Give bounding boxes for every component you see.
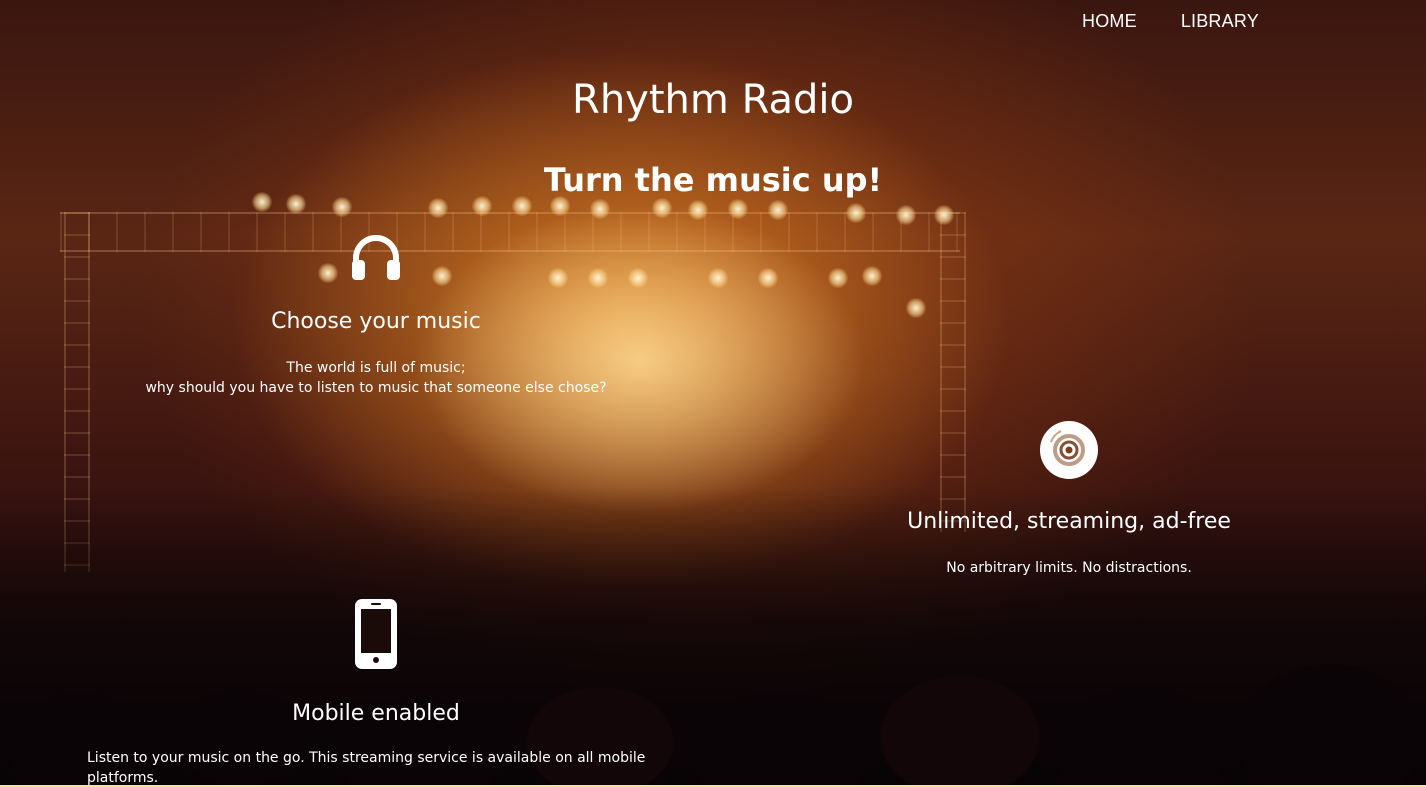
stage-light	[862, 266, 882, 286]
feature-unlimited-streaming: Unlimited, streaming, ad-free No arbitra…	[868, 420, 1270, 578]
feature-choose-music: Choose your music The world is full of m…	[126, 234, 626, 398]
stage-light	[896, 205, 916, 225]
stage-light	[758, 268, 778, 288]
top-nav: HOME LIBRARY	[1082, 10, 1259, 32]
stage-light	[768, 200, 788, 220]
stage-light	[428, 198, 448, 218]
feature-description: The world is full of music; why should y…	[126, 358, 626, 398]
stage-light	[906, 298, 926, 318]
tagline: Turn the music up!	[543, 161, 883, 199]
feature-description: Listen to your music on the go. This str…	[87, 750, 646, 786]
stage-light	[652, 198, 672, 218]
stage-light	[708, 268, 728, 288]
feature-description-line: The world is full of music;	[286, 360, 466, 376]
stage-light	[332, 197, 352, 217]
disc-icon	[1040, 421, 1098, 479]
feature-mobile-enabled: Mobile enabled Listen to your music on t…	[60, 598, 692, 787]
stage-light	[934, 205, 954, 225]
mobile-phone-icon	[355, 599, 397, 669]
feature-heading: Choose your music	[271, 309, 481, 334]
stage-light	[590, 199, 610, 219]
stage-light	[728, 199, 748, 219]
feature-description: No arbitrary limits. No distractions.	[946, 560, 1192, 576]
feature-heading: Unlimited, streaming, ad-free	[907, 509, 1231, 534]
stage-light	[846, 203, 866, 223]
feature-description-line: why should you have to listen to music t…	[145, 380, 607, 396]
site-title: Rhythm Radio	[572, 77, 854, 123]
stage-light	[628, 268, 648, 288]
nav-library-link[interactable]: LIBRARY	[1181, 10, 1259, 32]
headphones-icon	[352, 235, 400, 280]
stage-light	[828, 268, 848, 288]
nav-home-link[interactable]: HOME	[1082, 10, 1137, 32]
feature-heading: Mobile enabled	[292, 701, 460, 726]
stage-light	[688, 200, 708, 220]
